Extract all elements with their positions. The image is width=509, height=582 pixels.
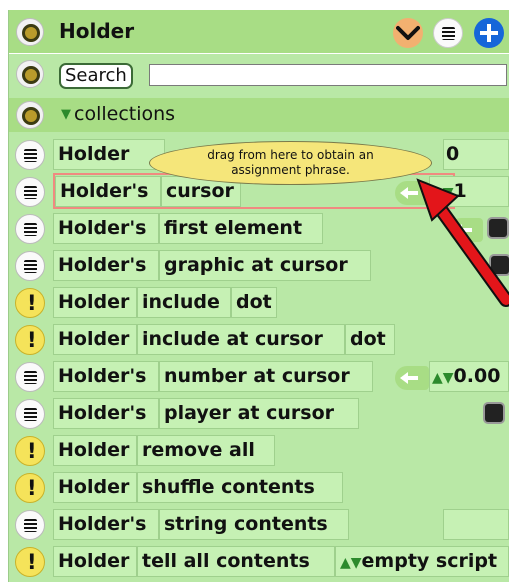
row-menu-button[interactable] [15, 214, 45, 244]
menu-icon [24, 149, 37, 162]
command-tile[interactable]: remove all [137, 435, 275, 466]
triangle-down-icon[interactable]: ▼ [61, 107, 71, 122]
exclamation-icon: ! [27, 328, 37, 352]
tile-row: ! Holder remove all [9, 432, 509, 469]
player-square-icon [485, 404, 503, 422]
command-tile[interactable]: shuffle contents [137, 472, 343, 503]
run-command-button[interactable]: ! [15, 288, 45, 318]
viewer-title: Holder [59, 19, 135, 43]
assign-arrow-icon[interactable] [395, 366, 429, 390]
up-down-arrows-icon[interactable]: ▲▼ [432, 370, 454, 386]
property-tile[interactable]: string contents [159, 509, 349, 540]
run-command-button[interactable]: ! [15, 547, 45, 577]
red-arrow-icon [416, 178, 509, 307]
run-command-button[interactable]: ! [15, 325, 45, 355]
value-text: 0.00 [453, 365, 501, 387]
owner-tile[interactable]: Holder [53, 435, 137, 466]
property-tile[interactable]: player at cursor [159, 398, 359, 429]
exclamation-icon: ! [27, 550, 37, 574]
owner-tile[interactable]: Holder [53, 287, 137, 318]
search-label: Search [59, 63, 133, 89]
menu-icon [24, 519, 37, 532]
balloon-line-2: assignment phrase. [231, 163, 350, 177]
exclamation-icon: ! [27, 291, 37, 315]
owner-tile[interactable]: Holder's [53, 398, 159, 429]
tile-row: ! Holder tell all contents ▲▼empty scrip… [9, 543, 509, 580]
exclamation-icon: ! [27, 439, 37, 463]
search-input[interactable] [149, 64, 507, 86]
menu-icon [24, 408, 37, 421]
argument-text: empty script [361, 550, 498, 572]
help-balloon: drag from here to obtain an assignment p… [149, 141, 432, 185]
category-object-icon[interactable] [16, 101, 44, 129]
value-readout[interactable] [443, 509, 509, 540]
title-bar: Holder [9, 10, 509, 54]
search-bar: Search [9, 54, 509, 94]
row-menu-button[interactable] [15, 399, 45, 429]
owner-tile[interactable]: Holder's [53, 250, 159, 281]
property-tile[interactable]: graphic at cursor [159, 250, 371, 281]
balloon-line-1: drag from here to obtain an [207, 148, 374, 162]
tile-row: Holder's number at cursor ▲▼0.00 [9, 358, 509, 395]
chevron-down-icon [396, 26, 420, 40]
row-menu-button[interactable] [15, 251, 45, 281]
property-tile[interactable]: number at cursor [159, 361, 373, 392]
owner-tile[interactable]: Holder [53, 139, 165, 170]
menu-icon [24, 371, 37, 384]
run-command-button[interactable]: ! [15, 436, 45, 466]
viewer-object-icon[interactable] [16, 18, 44, 46]
value-readout[interactable]: ▲▼0.00 [429, 361, 509, 392]
owner-tile[interactable]: Holder's [53, 361, 159, 392]
row-menu-button[interactable] [15, 362, 45, 392]
command-tile[interactable]: include [137, 287, 231, 318]
command-tile[interactable]: include at cursor [137, 324, 345, 355]
owner-tile[interactable]: Holder [53, 324, 137, 355]
owner-tile[interactable]: Holder's [55, 176, 161, 207]
category-label[interactable]: ▼ collections [61, 103, 175, 125]
viewer-panel: Holder Search ▼ collections Holder 0 Hold… [8, 10, 509, 582]
owner-tile[interactable]: Holder's [53, 509, 159, 540]
tile-row: ! Holder shuffle contents [9, 469, 509, 506]
run-command-button[interactable]: ! [15, 473, 45, 503]
row-menu-button[interactable] [15, 140, 45, 170]
tile-row: Holder's player at cursor [9, 395, 509, 432]
menu-icon [24, 260, 37, 273]
category-header[interactable]: ▼ collections [9, 98, 509, 132]
argument-tile[interactable]: dot [231, 287, 277, 318]
command-tile[interactable]: tell all contents [137, 546, 335, 577]
category-name: collections [74, 103, 176, 125]
add-category-button[interactable] [474, 18, 504, 48]
up-down-arrows-icon[interactable]: ▲▼ [340, 555, 362, 571]
property-tile[interactable]: first element [159, 213, 323, 244]
search-object-icon[interactable] [16, 60, 44, 88]
argument-tile[interactable]: dot [345, 324, 395, 355]
menu-icon [24, 186, 37, 199]
argument-tile[interactable]: ▲▼empty script [335, 546, 509, 577]
exclamation-icon: ! [27, 476, 37, 500]
row-menu-button[interactable] [15, 177, 45, 207]
tile-row: Holder's string contents [9, 506, 509, 543]
menu-button[interactable] [433, 18, 463, 48]
collapse-button[interactable] [393, 18, 423, 48]
owner-tile[interactable]: Holder's [53, 213, 159, 244]
owner-tile[interactable]: Holder [53, 546, 137, 577]
owner-tile[interactable]: Holder [53, 472, 137, 503]
menu-icon [442, 27, 455, 40]
menu-icon [24, 223, 37, 236]
row-menu-button[interactable] [15, 510, 45, 540]
